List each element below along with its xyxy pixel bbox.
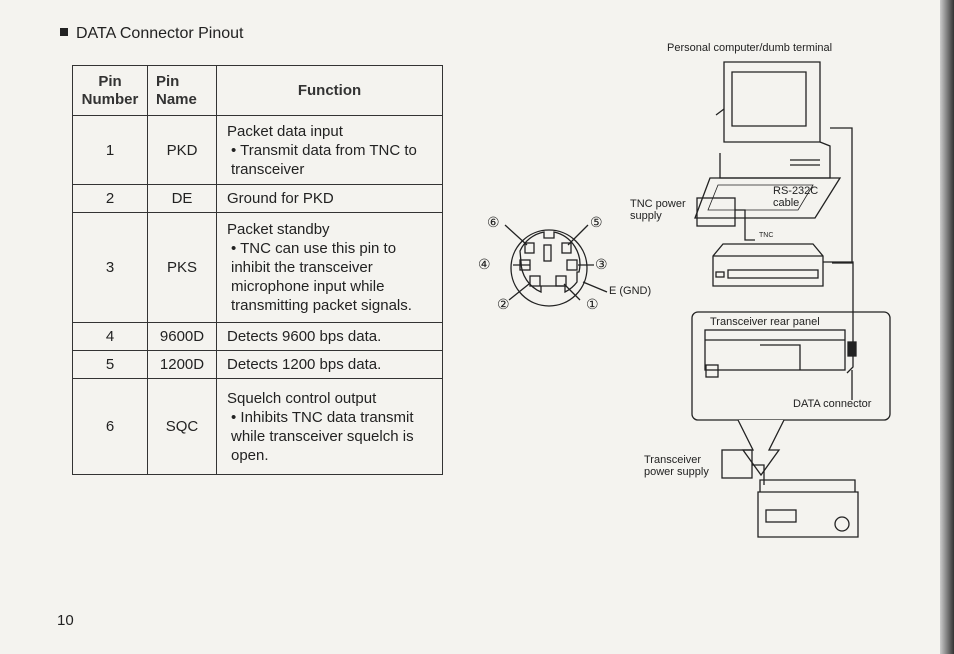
- tnc-power-supply-icon: [696, 197, 736, 227]
- din-connector-icon: [504, 224, 608, 307]
- page-edge: [940, 0, 954, 654]
- label-rs232c: RS-232C cable: [773, 185, 819, 209]
- transceiver-rear-panel-icon: [704, 329, 857, 378]
- label-power-supply: Transceiver power supply: [644, 454, 709, 478]
- page-number: 10: [57, 612, 74, 629]
- pin-1-label: ①: [586, 296, 599, 312]
- pin-6-label: ⑥: [487, 214, 500, 230]
- label-computer: Personal computer/dumb terminal: [667, 42, 833, 54]
- pin-5-label: ⑤: [590, 214, 603, 230]
- label-data-connector: DATA connector: [793, 398, 872, 410]
- callout-arrow: [737, 419, 785, 477]
- label-gnd: E (GND): [609, 285, 652, 297]
- tnc-icon: [712, 243, 824, 287]
- label-tnc-power: TNC power supply: [630, 198, 686, 222]
- pin-2-label: ②: [497, 296, 510, 312]
- tnc-power-cable: [735, 209, 755, 241]
- transceiver-icon: [757, 479, 859, 538]
- pin-3-label: ③: [595, 256, 608, 272]
- label-tnc: TNC: [759, 232, 774, 239]
- rs232c-cable: [830, 127, 853, 264]
- pin-4-label: ④: [478, 256, 491, 272]
- label-rear-panel: Transceiver rear panel: [710, 316, 820, 328]
